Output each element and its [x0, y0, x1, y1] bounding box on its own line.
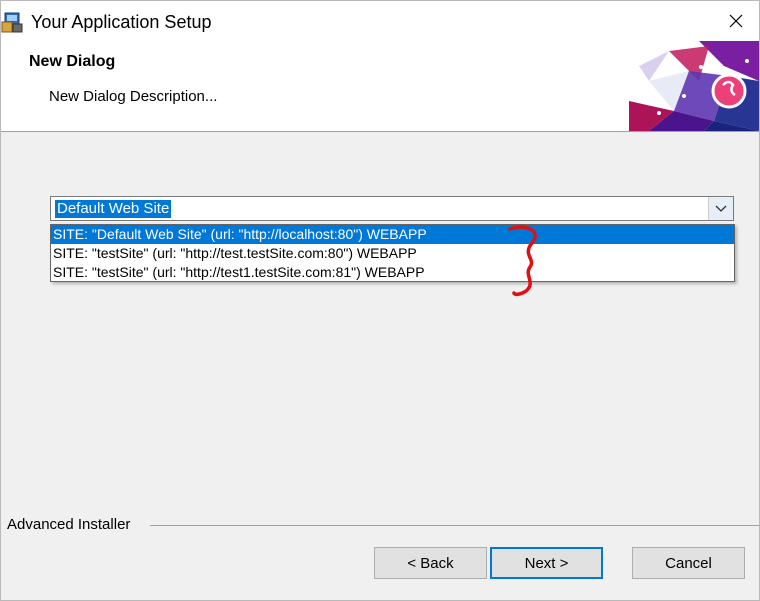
- back-button[interactable]: < Back: [374, 547, 487, 579]
- red-brace-annotation: [508, 225, 537, 297]
- footer-divider: [150, 525, 759, 526]
- dialog-header: New Dialog New Dialog Description...: [1, 41, 759, 132]
- setup-app-icon: [1, 12, 23, 33]
- dropdown-item[interactable]: SITE: "testSite" (url: "http://test1.tes…: [51, 263, 734, 282]
- combo-dropdown-button[interactable]: [708, 197, 733, 220]
- title-bar: Your Application Setup: [1, 1, 759, 41]
- close-icon: [729, 14, 743, 28]
- site-dropdown-list: SITE: "Default Web Site" (url: "http://l…: [50, 224, 735, 282]
- dropdown-item[interactable]: SITE: "Default Web Site" (url: "http://l…: [51, 225, 734, 244]
- close-button[interactable]: [713, 1, 759, 41]
- dropdown-item[interactable]: SITE: "testSite" (url: "http://test.test…: [51, 244, 734, 263]
- site-combobox[interactable]: Default Web Site: [50, 196, 734, 221]
- setup-window: Your Application Setup New Dialog New Di…: [0, 0, 760, 601]
- chevron-down-icon: [715, 205, 727, 212]
- dialog-description: New Dialog Description...: [49, 88, 218, 105]
- banner-graphic: [629, 41, 759, 131]
- installer-brand-label: Advanced Installer: [7, 516, 131, 533]
- dialog-title: New Dialog: [29, 53, 116, 70]
- cancel-button[interactable]: Cancel: [632, 547, 745, 579]
- window-title: Your Application Setup: [31, 12, 212, 32]
- next-button[interactable]: Next >: [490, 547, 603, 579]
- combo-selected-value: Default Web Site: [55, 200, 172, 218]
